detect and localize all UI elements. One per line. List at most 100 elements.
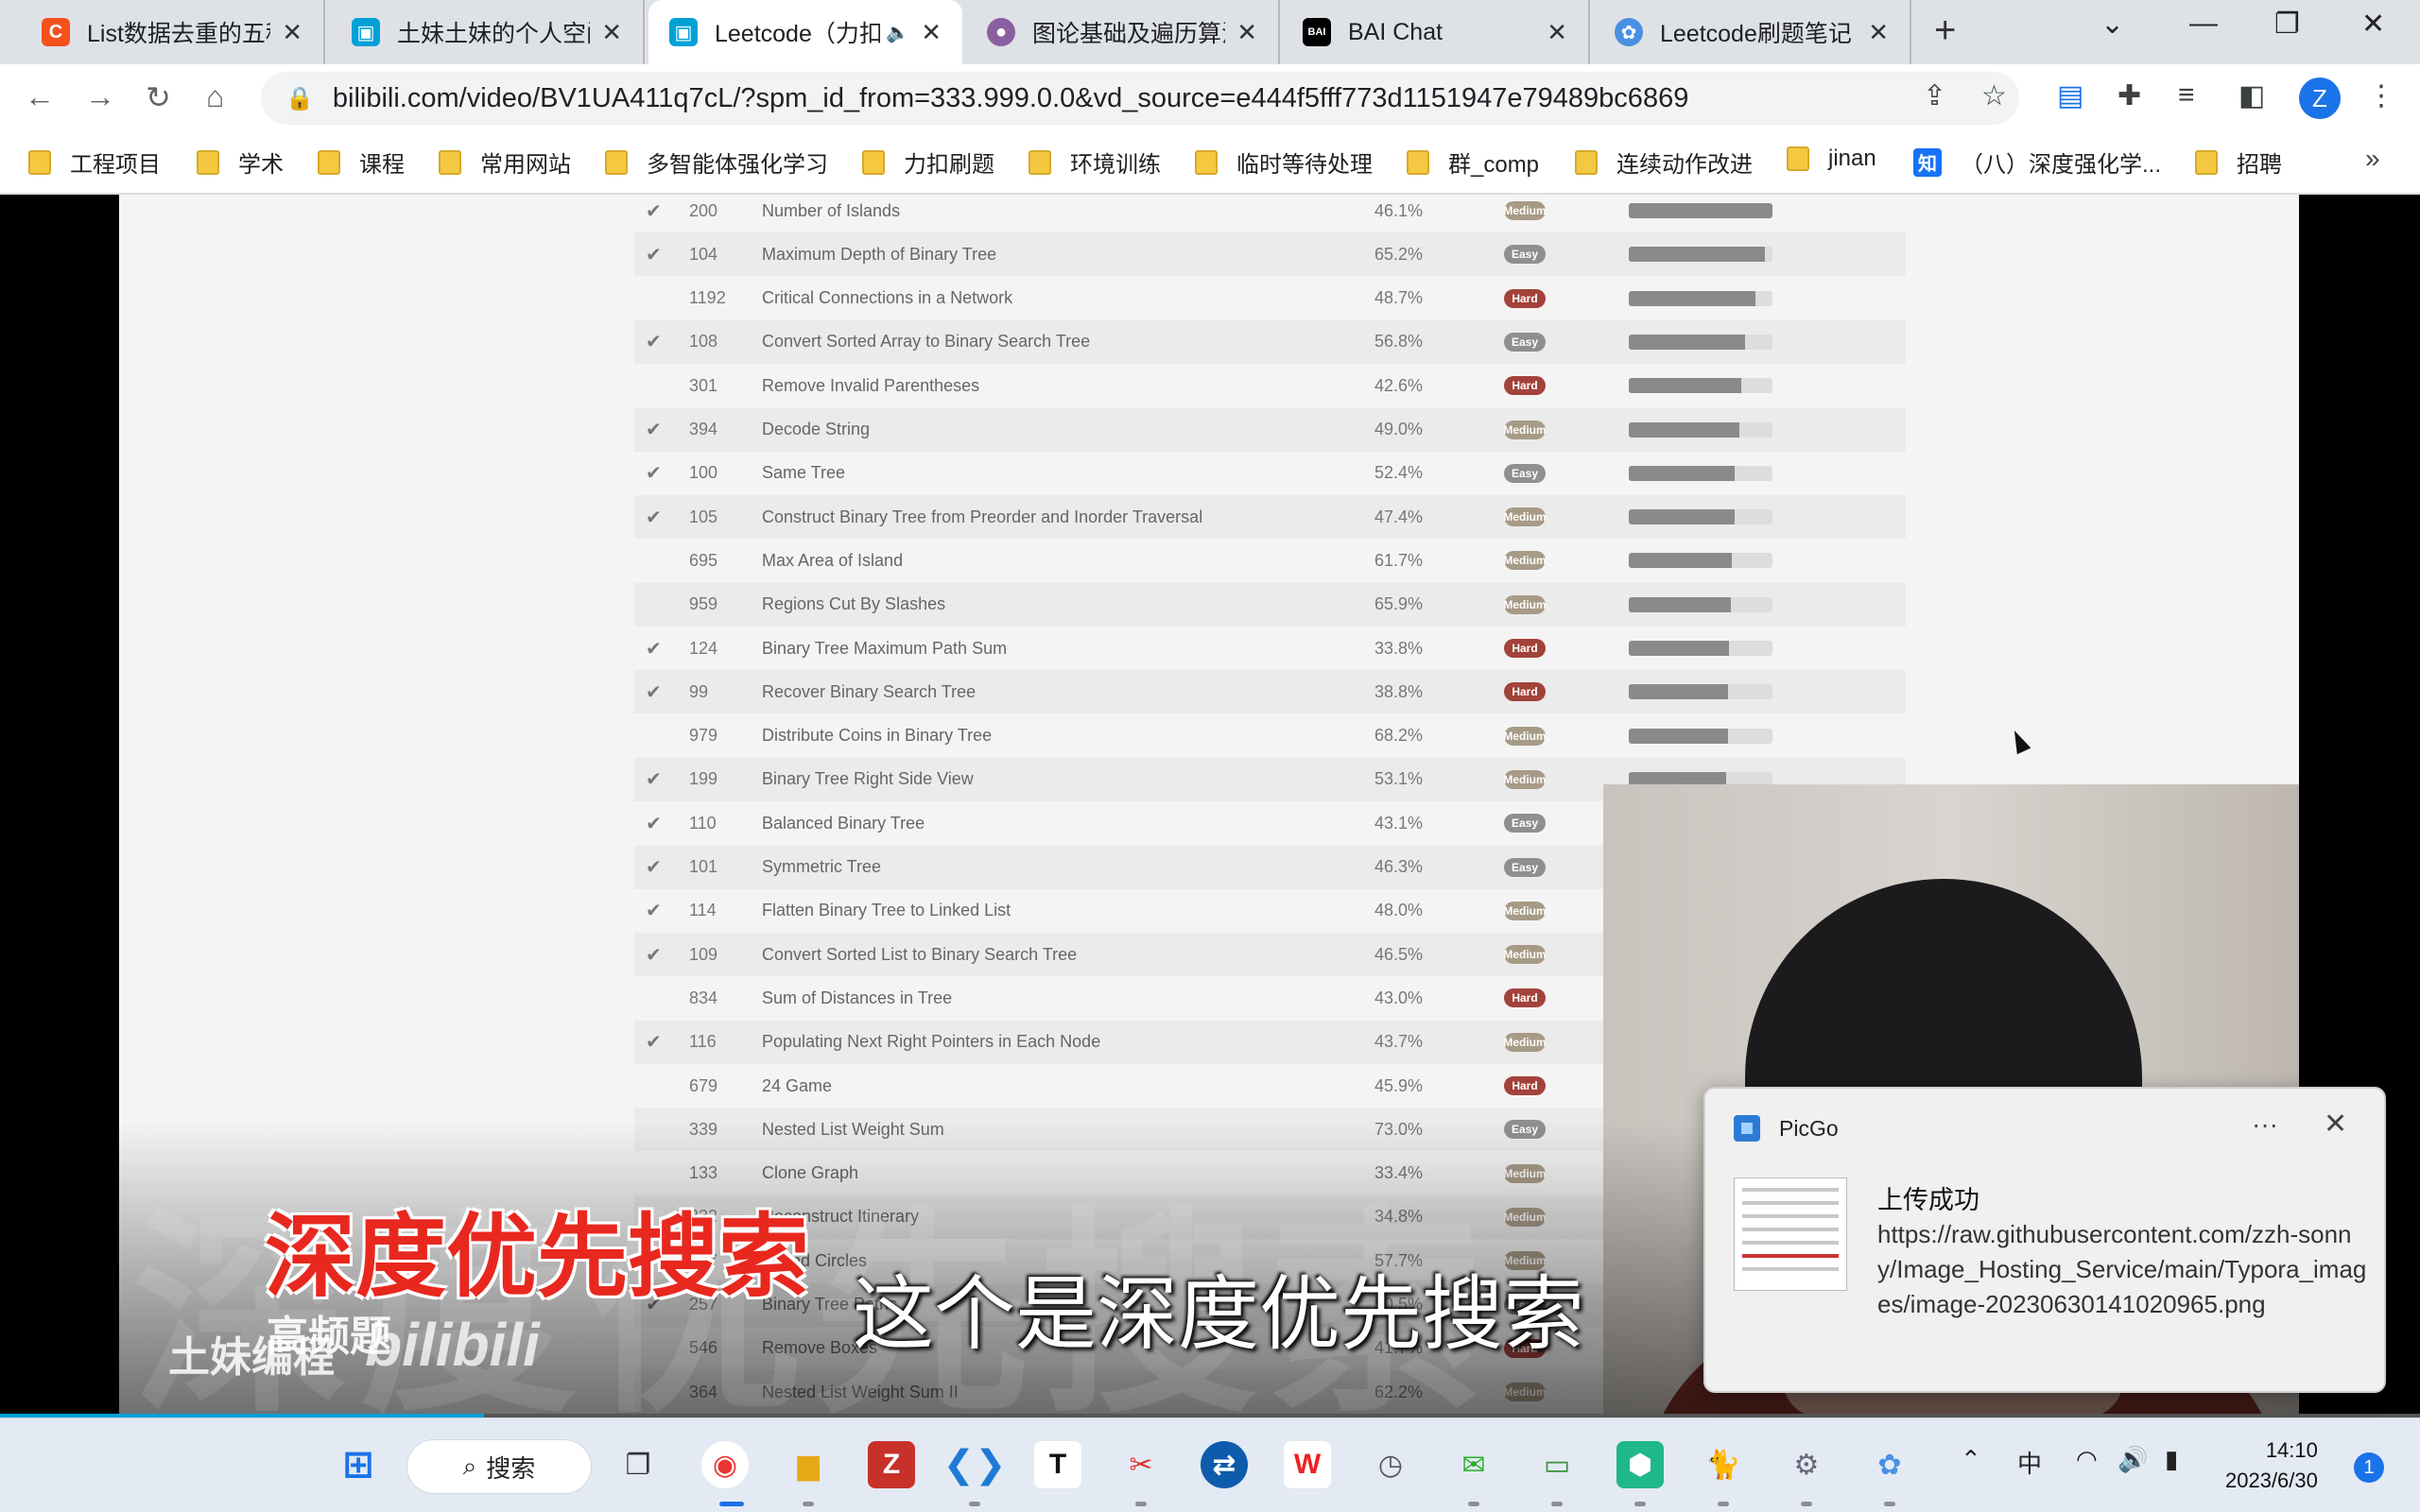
tab-leetcode-video[interactable]: ▣ Leetcode（力扣 🔈 ✕ — [648, 0, 962, 64]
tab-tumei-space[interactable]: ▣ 土妹土妹的个人空间 ✕ — [331, 0, 645, 64]
wechat-icon[interactable]: ✉ — [1450, 1441, 1497, 1488]
problem-row[interactable]: 959 Regions Cut By Slashes 65.9% Medium — [634, 582, 1906, 627]
problem-row[interactable]: ✔ 104 Maximum Depth of Binary Tree 65.2% Eas… — [634, 232, 1906, 277]
tab-close-icon[interactable]: ✕ — [1547, 18, 1567, 47]
zotero-icon[interactable]: Z — [868, 1441, 915, 1488]
bookmark-folder[interactable]: 连续动作改进 — [1575, 146, 1753, 179]
problem-title[interactable]: Convert Sorted Array to Binary Search Tr… — [762, 332, 1090, 352]
tab-close-icon[interactable]: ✕ — [1868, 18, 1889, 47]
bookmark-folder[interactable]: 课程 — [318, 146, 405, 179]
vscode-icon[interactable]: ❮❯ — [942, 1441, 1006, 1488]
wifi-icon[interactable]: ◠ — [2076, 1445, 2098, 1474]
tab-search-chevron-icon[interactable]: ⌄ — [2100, 8, 2124, 41]
document-extension-icon[interactable]: ▤ — [2057, 79, 2083, 112]
problem-title[interactable]: Populating Next Right Pointers in Each N… — [762, 1032, 1100, 1052]
bookmark-folder[interactable]: 临时等待处理 — [1195, 146, 1373, 179]
task-view-icon[interactable]: ❐ — [614, 1441, 662, 1488]
wps-icon[interactable]: W — [1284, 1441, 1331, 1488]
problem-title[interactable]: Balanced Binary Tree — [762, 814, 925, 833]
problem-row[interactable]: ✔ 99 Recover Binary Search Tree 38.8% Hard — [634, 670, 1906, 714]
problem-title[interactable]: Convert Sorted List to Binary Search Tre… — [762, 945, 1077, 965]
kebab-menu-icon[interactable]: ⋮ — [2367, 79, 2395, 112]
new-tab-plus-icon[interactable]: + — [1934, 9, 1956, 52]
problem-title[interactable]: Decode String — [762, 420, 870, 439]
ime-indicator[interactable]: 中 — [2017, 1445, 2042, 1480]
clock-app-icon[interactable]: ◷ — [1367, 1441, 1414, 1488]
notification-badge[interactable]: 1 — [2354, 1452, 2384, 1483]
pycharm-icon[interactable]: ⬢ — [1616, 1441, 1664, 1488]
problem-title[interactable]: Maximum Depth of Binary Tree — [762, 245, 996, 265]
teamviewer-icon[interactable]: ⇄ — [1201, 1441, 1248, 1488]
home-icon[interactable]: ⌂ — [206, 79, 224, 114]
taskbar-search[interactable]: ⌕ 搜索 — [406, 1439, 592, 1494]
problem-title[interactable]: 24 Game — [762, 1076, 832, 1096]
snipping-tool-icon[interactable]: ✂ — [1117, 1441, 1165, 1488]
picgo-taskbar-icon[interactable]: ✿ — [1866, 1441, 1913, 1488]
bookmark-folder[interactable]: 环境训练 — [1028, 146, 1161, 179]
bookmark-folder[interactable]: 招聘 — [2195, 146, 2282, 179]
problem-title[interactable]: Binary Tree Maximum Path Sum — [762, 639, 1007, 659]
bookmark-folder[interactable]: 工程项目 — [28, 146, 161, 179]
problem-title[interactable]: Regions Cut By Slashes — [762, 594, 945, 614]
file-explorer-icon[interactable]: ▆ — [785, 1441, 832, 1488]
extensions-puzzle-icon[interactable]: ✚ — [2118, 79, 2141, 112]
bookmark-star-icon[interactable]: ☆ — [1981, 79, 2007, 112]
settings-gear-icon[interactable]: ⚙ — [1783, 1441, 1830, 1488]
bookmark-folder[interactable]: jinan — [1787, 146, 1876, 172]
tab-close-icon[interactable]: ✕ — [601, 18, 622, 47]
forward-arrow-icon[interactable]: → — [85, 79, 115, 114]
more-bookmarks-chevron-icon[interactable]: » — [2365, 144, 2380, 174]
problem-title[interactable]: Critical Connections in a Network — [762, 288, 1012, 308]
chrome-icon[interactable]: ◉ — [701, 1441, 749, 1488]
profile-avatar[interactable]: Z — [2299, 77, 2341, 119]
picgo-notification[interactable]: PicGo ··· ✕ 上传成功 https://raw.githubuserc… — [1703, 1087, 2386, 1393]
problem-title[interactable]: Construct Binary Tree from Preorder and … — [762, 507, 1202, 527]
toast-close-icon[interactable]: ✕ — [2324, 1108, 2347, 1141]
bookmark-folder[interactable]: 学术 — [197, 146, 284, 179]
problem-row[interactable]: ✔ 108 Convert Sorted Array to Binary Searc… — [634, 319, 1906, 364]
bookmark-folder[interactable]: 常用网站 — [439, 146, 571, 179]
bookmark-folder[interactable]: 多智能体强化学习 — [605, 146, 828, 179]
problem-title[interactable]: Number of Islands — [762, 201, 900, 221]
problem-row[interactable]: 301 Remove Invalid Parentheses 42.6% Hard — [634, 364, 1906, 407]
minimize-icon[interactable]: — — [2189, 8, 2218, 40]
address-bar[interactable]: 🔒 bilibili.com/video/BV1UA411q7cL/?spm_i… — [261, 72, 2019, 125]
tray-overflow-chevron-icon[interactable]: ⌃ — [1961, 1445, 1981, 1474]
problem-title[interactable]: Recover Binary Search Tree — [762, 682, 976, 702]
problem-row[interactable]: ✔ 124 Binary Tree Maximum Path Sum 33.8% Har… — [634, 627, 1906, 670]
url-text[interactable]: bilibili.com/video/BV1UA411q7cL/?spm_id_… — [333, 83, 1688, 114]
restore-icon[interactable]: ❐ — [2274, 8, 2300, 41]
problem-row[interactable]: 979 Distribute Coins in Binary Tree 68.2% M… — [634, 714, 1906, 758]
toast-more-options-icon[interactable]: ··· — [2252, 1109, 2278, 1140]
problem-row[interactable]: 1192 Critical Connections in a Network 48.… — [634, 277, 1906, 320]
battery-icon[interactable]: ▮ — [2165, 1445, 2178, 1474]
media-queue-icon[interactable]: ≡ — [2178, 79, 2195, 112]
audio-playing-icon[interactable]: 🔈 — [886, 21, 909, 44]
problem-title[interactable]: Max Area of Island — [762, 551, 903, 571]
problem-title[interactable]: Distribute Coins in Binary Tree — [762, 726, 992, 746]
problem-title[interactable]: Binary Tree Right Side View — [762, 769, 974, 789]
problem-row[interactable]: ✔ 394 Decode String 49.0% Medium — [634, 407, 1906, 452]
reload-icon[interactable]: ↻ — [146, 79, 171, 115]
problem-title[interactable]: Flatten Binary Tree to Linked List — [762, 901, 1011, 920]
remote-desktop-icon[interactable]: ▭ — [1533, 1441, 1581, 1488]
problem-row[interactable]: ✔ 105 Construct Binary Tree from Preorder … — [634, 495, 1906, 540]
tab-close-icon[interactable]: ✕ — [1236, 18, 1257, 47]
bookmark-zhihu[interactable]: 知 （八）深度强化学... — [1913, 146, 2161, 179]
tab-close-icon[interactable]: ✕ — [921, 18, 942, 47]
windows-start-icon[interactable]: ⊞ — [335, 1441, 382, 1488]
bookmark-folder[interactable]: 力扣刷题 — [862, 146, 994, 179]
side-panel-icon[interactable]: ◧ — [2238, 79, 2265, 112]
toast-url-message[interactable]: https://raw.githubusercontent.com/zzh-so… — [1877, 1217, 2369, 1322]
system-clock[interactable]: 14:10 2023/6/30 — [2225, 1435, 2318, 1496]
problem-row[interactable]: ✔ 100 Same Tree 52.4% Easy — [634, 452, 1906, 495]
problem-row[interactable]: 695 Max Area of Island 61.7% Medium — [634, 539, 1906, 582]
problem-title[interactable]: Symmetric Tree — [762, 857, 881, 877]
back-arrow-icon[interactable]: ← — [25, 79, 55, 114]
problem-title[interactable]: Remove Invalid Parentheses — [762, 376, 979, 396]
problem-row[interactable]: ✔ 200 Number of Islands 46.1% Medium — [634, 195, 1906, 232]
tab-leetcode-notes[interactable]: ✿ Leetcode刷题笔记 ✕ — [1594, 0, 1911, 64]
tab-bai-chat[interactable]: BAI BAI Chat ✕ — [1282, 0, 1590, 64]
typora-icon[interactable]: T — [1034, 1441, 1081, 1488]
tab-close-icon[interactable]: ✕ — [282, 18, 302, 47]
